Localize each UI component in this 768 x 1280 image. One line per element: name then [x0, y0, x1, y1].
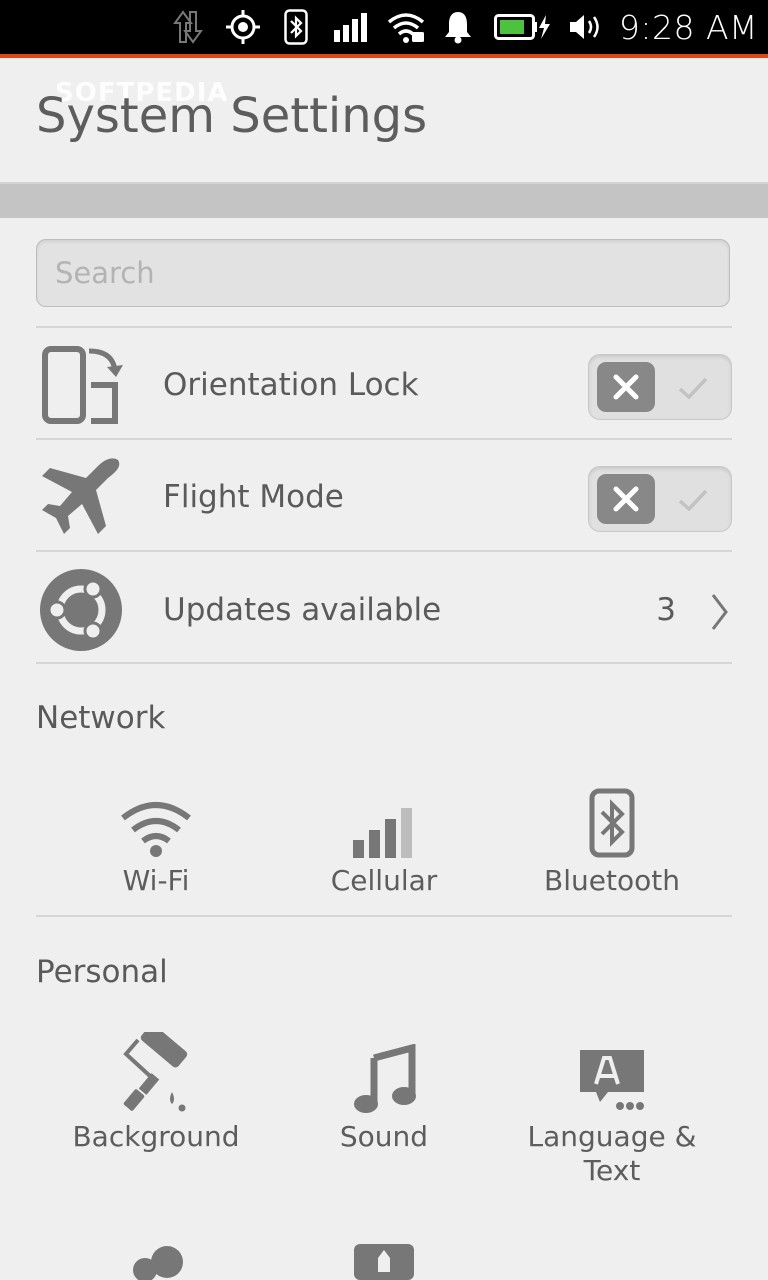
wifi-icon: [386, 8, 426, 46]
signal-icon: [332, 8, 370, 46]
orientation-lock-icon: [36, 330, 126, 440]
network-item-wifi[interactable]: Wi-Fi: [46, 778, 266, 898]
security-icon: [274, 1242, 494, 1280]
personal-item-accounts[interactable]: [46, 1236, 266, 1280]
network-item-label: Cellular: [330, 864, 438, 897]
personal-item-background[interactable]: Background: [46, 1032, 266, 1154]
page-title: System Settings: [36, 88, 428, 144]
status-bar: 9:28 AM: [0, 0, 768, 58]
orientation-lock-row[interactable]: Orientation Lock: [36, 330, 732, 440]
volume-icon: [568, 8, 606, 46]
flight-mode-label: Flight Mode: [163, 479, 344, 515]
divider: [36, 326, 732, 328]
battery-charging-icon: [494, 8, 552, 46]
network-item-cellular[interactable]: Cellular: [274, 778, 494, 898]
clock: 9:28 AM: [618, 7, 758, 47]
updates-row[interactable]: Updates available 3: [36, 555, 732, 665]
ubuntu-logo-icon: [36, 555, 126, 665]
orientation-lock-switch[interactable]: [588, 354, 732, 420]
cellular-icon: [274, 778, 494, 858]
location-icon: [224, 8, 262, 46]
divider: [36, 915, 732, 917]
updates-count: 3: [656, 592, 676, 628]
language-icon: [502, 1034, 722, 1114]
network-item-label: Wi-Fi: [122, 864, 190, 897]
personal-item-sound[interactable]: Sound: [274, 1034, 494, 1154]
music-note-icon: [274, 1034, 494, 1114]
personal-item-language[interactable]: Language & Text: [502, 1034, 722, 1188]
switch-off-knob: [597, 474, 655, 524]
network-item-bluetooth[interactable]: Bluetooth: [502, 778, 722, 898]
accounts-icon: [46, 1236, 266, 1280]
flight-mode-row[interactable]: Flight Mode: [36, 442, 732, 552]
notification-bell-icon: [442, 8, 474, 46]
bluetooth-icon: [502, 778, 722, 858]
wifi-icon: [46, 778, 266, 858]
airplane-icon: [36, 442, 126, 552]
orientation-lock-label: Orientation Lock: [163, 367, 419, 403]
network-item-label: Bluetooth: [544, 864, 680, 897]
divider: [36, 438, 732, 440]
search-box[interactable]: [36, 239, 730, 307]
divider: [36, 662, 732, 664]
paint-roller-icon: [46, 1032, 266, 1114]
personal-item-label: Sound: [339, 1120, 429, 1153]
switch-off-knob: [597, 362, 655, 412]
personal-item-label: Language & Text: [527, 1120, 697, 1187]
data-transfer-icon: [170, 8, 206, 46]
section-title-network: Network: [36, 700, 166, 736]
header-band: [0, 184, 768, 218]
section-title-personal: Personal: [36, 954, 168, 990]
personal-item-security[interactable]: [274, 1242, 494, 1280]
chevron-right-icon: [710, 592, 730, 632]
check-icon: [673, 369, 713, 407]
header: SOFTPEDIA System Settings: [0, 58, 768, 182]
check-icon: [673, 481, 713, 519]
search-input[interactable]: [37, 240, 729, 306]
updates-label: Updates available: [163, 592, 442, 628]
divider: [36, 550, 732, 552]
flight-mode-switch[interactable]: [588, 466, 732, 532]
personal-item-label: Background: [72, 1120, 240, 1153]
bluetooth-icon: [282, 8, 310, 46]
